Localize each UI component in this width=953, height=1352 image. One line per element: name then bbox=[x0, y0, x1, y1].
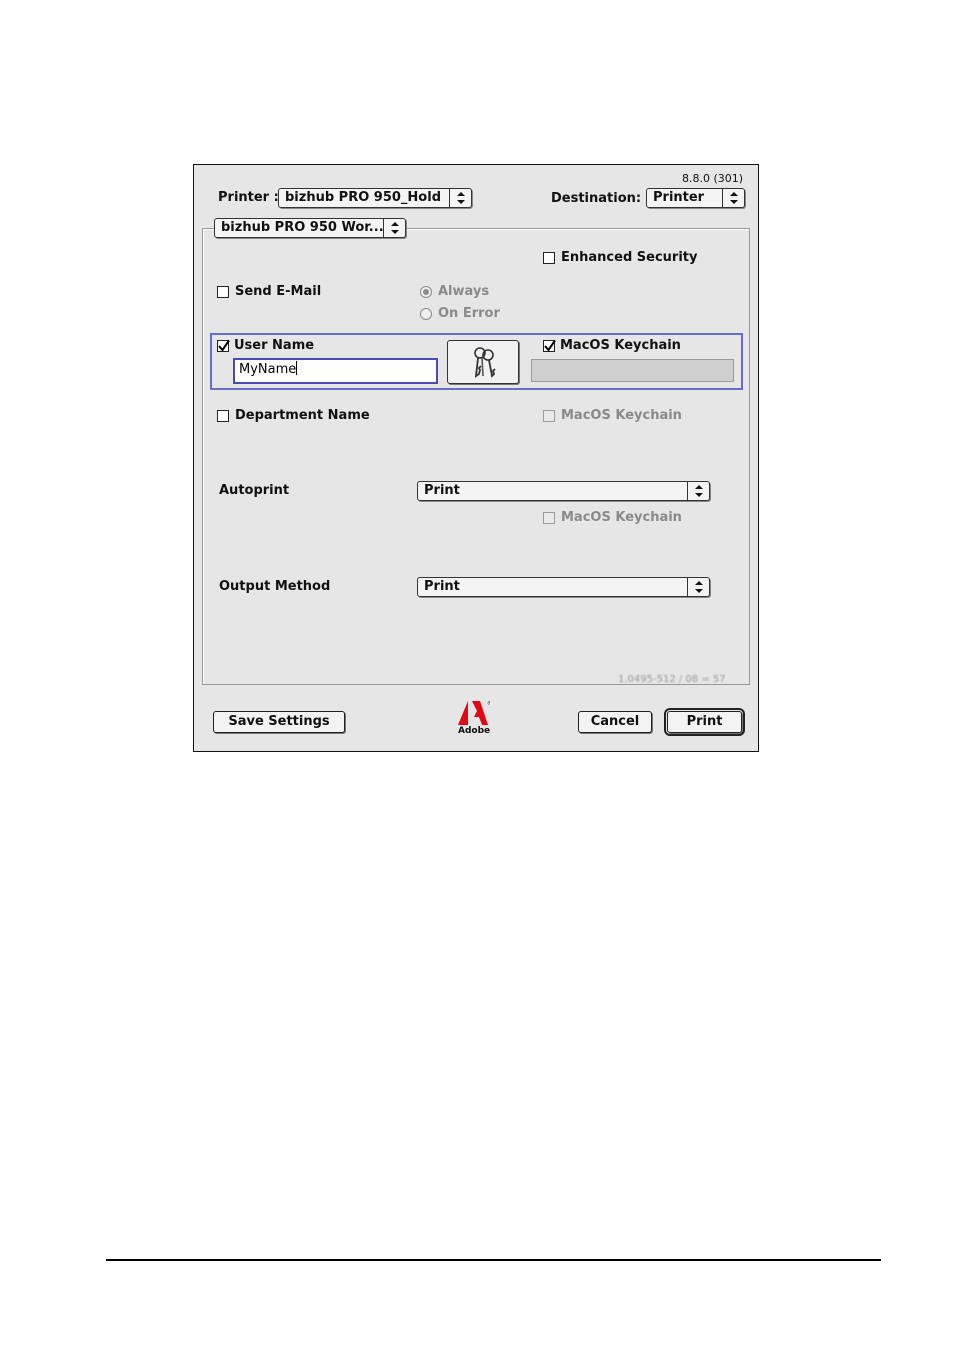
svg-text:®: ® bbox=[487, 700, 490, 707]
user-name-input[interactable]: MyName bbox=[233, 358, 438, 384]
autoprint-label: Autoprint bbox=[219, 483, 290, 498]
send-email-checkbox[interactable] bbox=[217, 286, 229, 298]
cancel-button[interactable]: Cancel bbox=[578, 711, 652, 733]
version-label: 8.8.0 (301) bbox=[682, 172, 744, 185]
popup-arrows-icon bbox=[687, 578, 709, 596]
output-method-popup[interactable]: Print bbox=[417, 577, 710, 597]
user-name-label: User Name bbox=[234, 338, 315, 353]
destination-label: Destination: bbox=[551, 191, 642, 206]
output-method-popup-value: Print bbox=[424, 579, 460, 594]
popup-arrows-icon bbox=[722, 189, 744, 207]
output-method-label: Output Method bbox=[219, 579, 331, 594]
autoprint-popup[interactable]: Print bbox=[417, 481, 710, 501]
status-text: 1.0495-512 / 08 = 57 bbox=[618, 674, 726, 685]
always-label: Always bbox=[438, 284, 490, 299]
panel-popup-value: bizhub PRO 950 Wor... bbox=[221, 220, 384, 235]
keychain-button[interactable] bbox=[447, 340, 519, 384]
adobe-logo: ® Adobe bbox=[456, 699, 496, 739]
destination-popup-value: Printer bbox=[653, 190, 705, 205]
panel-popup[interactable]: bizhub PRO 950 Wor... bbox=[214, 218, 406, 238]
user-macos-keychain-checkbox[interactable] bbox=[543, 339, 556, 352]
printer-popup-value: bizhub PRO 950_Hold bbox=[285, 190, 441, 205]
user-macos-keychain-label: MacOS Keychain bbox=[560, 338, 681, 353]
checkmark-icon bbox=[544, 339, 556, 352]
department-macos-keychain-checkbox[interactable] bbox=[543, 410, 555, 422]
print-button[interactable]: Print bbox=[664, 708, 745, 736]
printer-popup[interactable]: bizhub PRO 950_Hold bbox=[278, 188, 472, 208]
always-radio[interactable] bbox=[420, 286, 432, 298]
checkmark-icon bbox=[218, 339, 230, 352]
keys-icon bbox=[474, 347, 496, 378]
adobe-logo-icon: ® bbox=[458, 700, 492, 725]
send-email-label: Send E-Mail bbox=[235, 284, 322, 299]
department-name-label: Department Name bbox=[235, 408, 370, 423]
autoprint-macos-keychain-checkbox[interactable] bbox=[543, 512, 555, 524]
department-name-checkbox[interactable] bbox=[217, 410, 229, 422]
enhanced-security-label: Enhanced Security bbox=[561, 250, 698, 265]
printer-label: Printer : bbox=[218, 190, 279, 205]
keychain-field bbox=[531, 359, 734, 382]
print-dialog: 8.8.0 (301) Printer : bizhub PRO 950_Hol… bbox=[193, 164, 759, 752]
popup-arrows-icon bbox=[383, 219, 405, 237]
page-footer-rule bbox=[106, 1259, 881, 1261]
user-name-checkbox[interactable] bbox=[217, 339, 230, 352]
enhanced-security-checkbox[interactable] bbox=[543, 252, 555, 264]
adobe-label: Adobe bbox=[458, 726, 491, 736]
autoprint-popup-value: Print bbox=[424, 483, 460, 498]
user-name-input-value: MyName bbox=[239, 362, 297, 377]
on-error-radio[interactable] bbox=[420, 308, 432, 320]
autoprint-macos-keychain-label: MacOS Keychain bbox=[561, 510, 682, 525]
destination-popup[interactable]: Printer bbox=[646, 188, 745, 208]
popup-arrows-icon bbox=[687, 482, 709, 500]
popup-arrows-icon bbox=[449, 189, 471, 207]
department-macos-keychain-label: MacOS Keychain bbox=[561, 408, 682, 423]
on-error-label: On Error bbox=[438, 306, 500, 321]
save-settings-button[interactable]: Save Settings bbox=[213, 711, 345, 733]
